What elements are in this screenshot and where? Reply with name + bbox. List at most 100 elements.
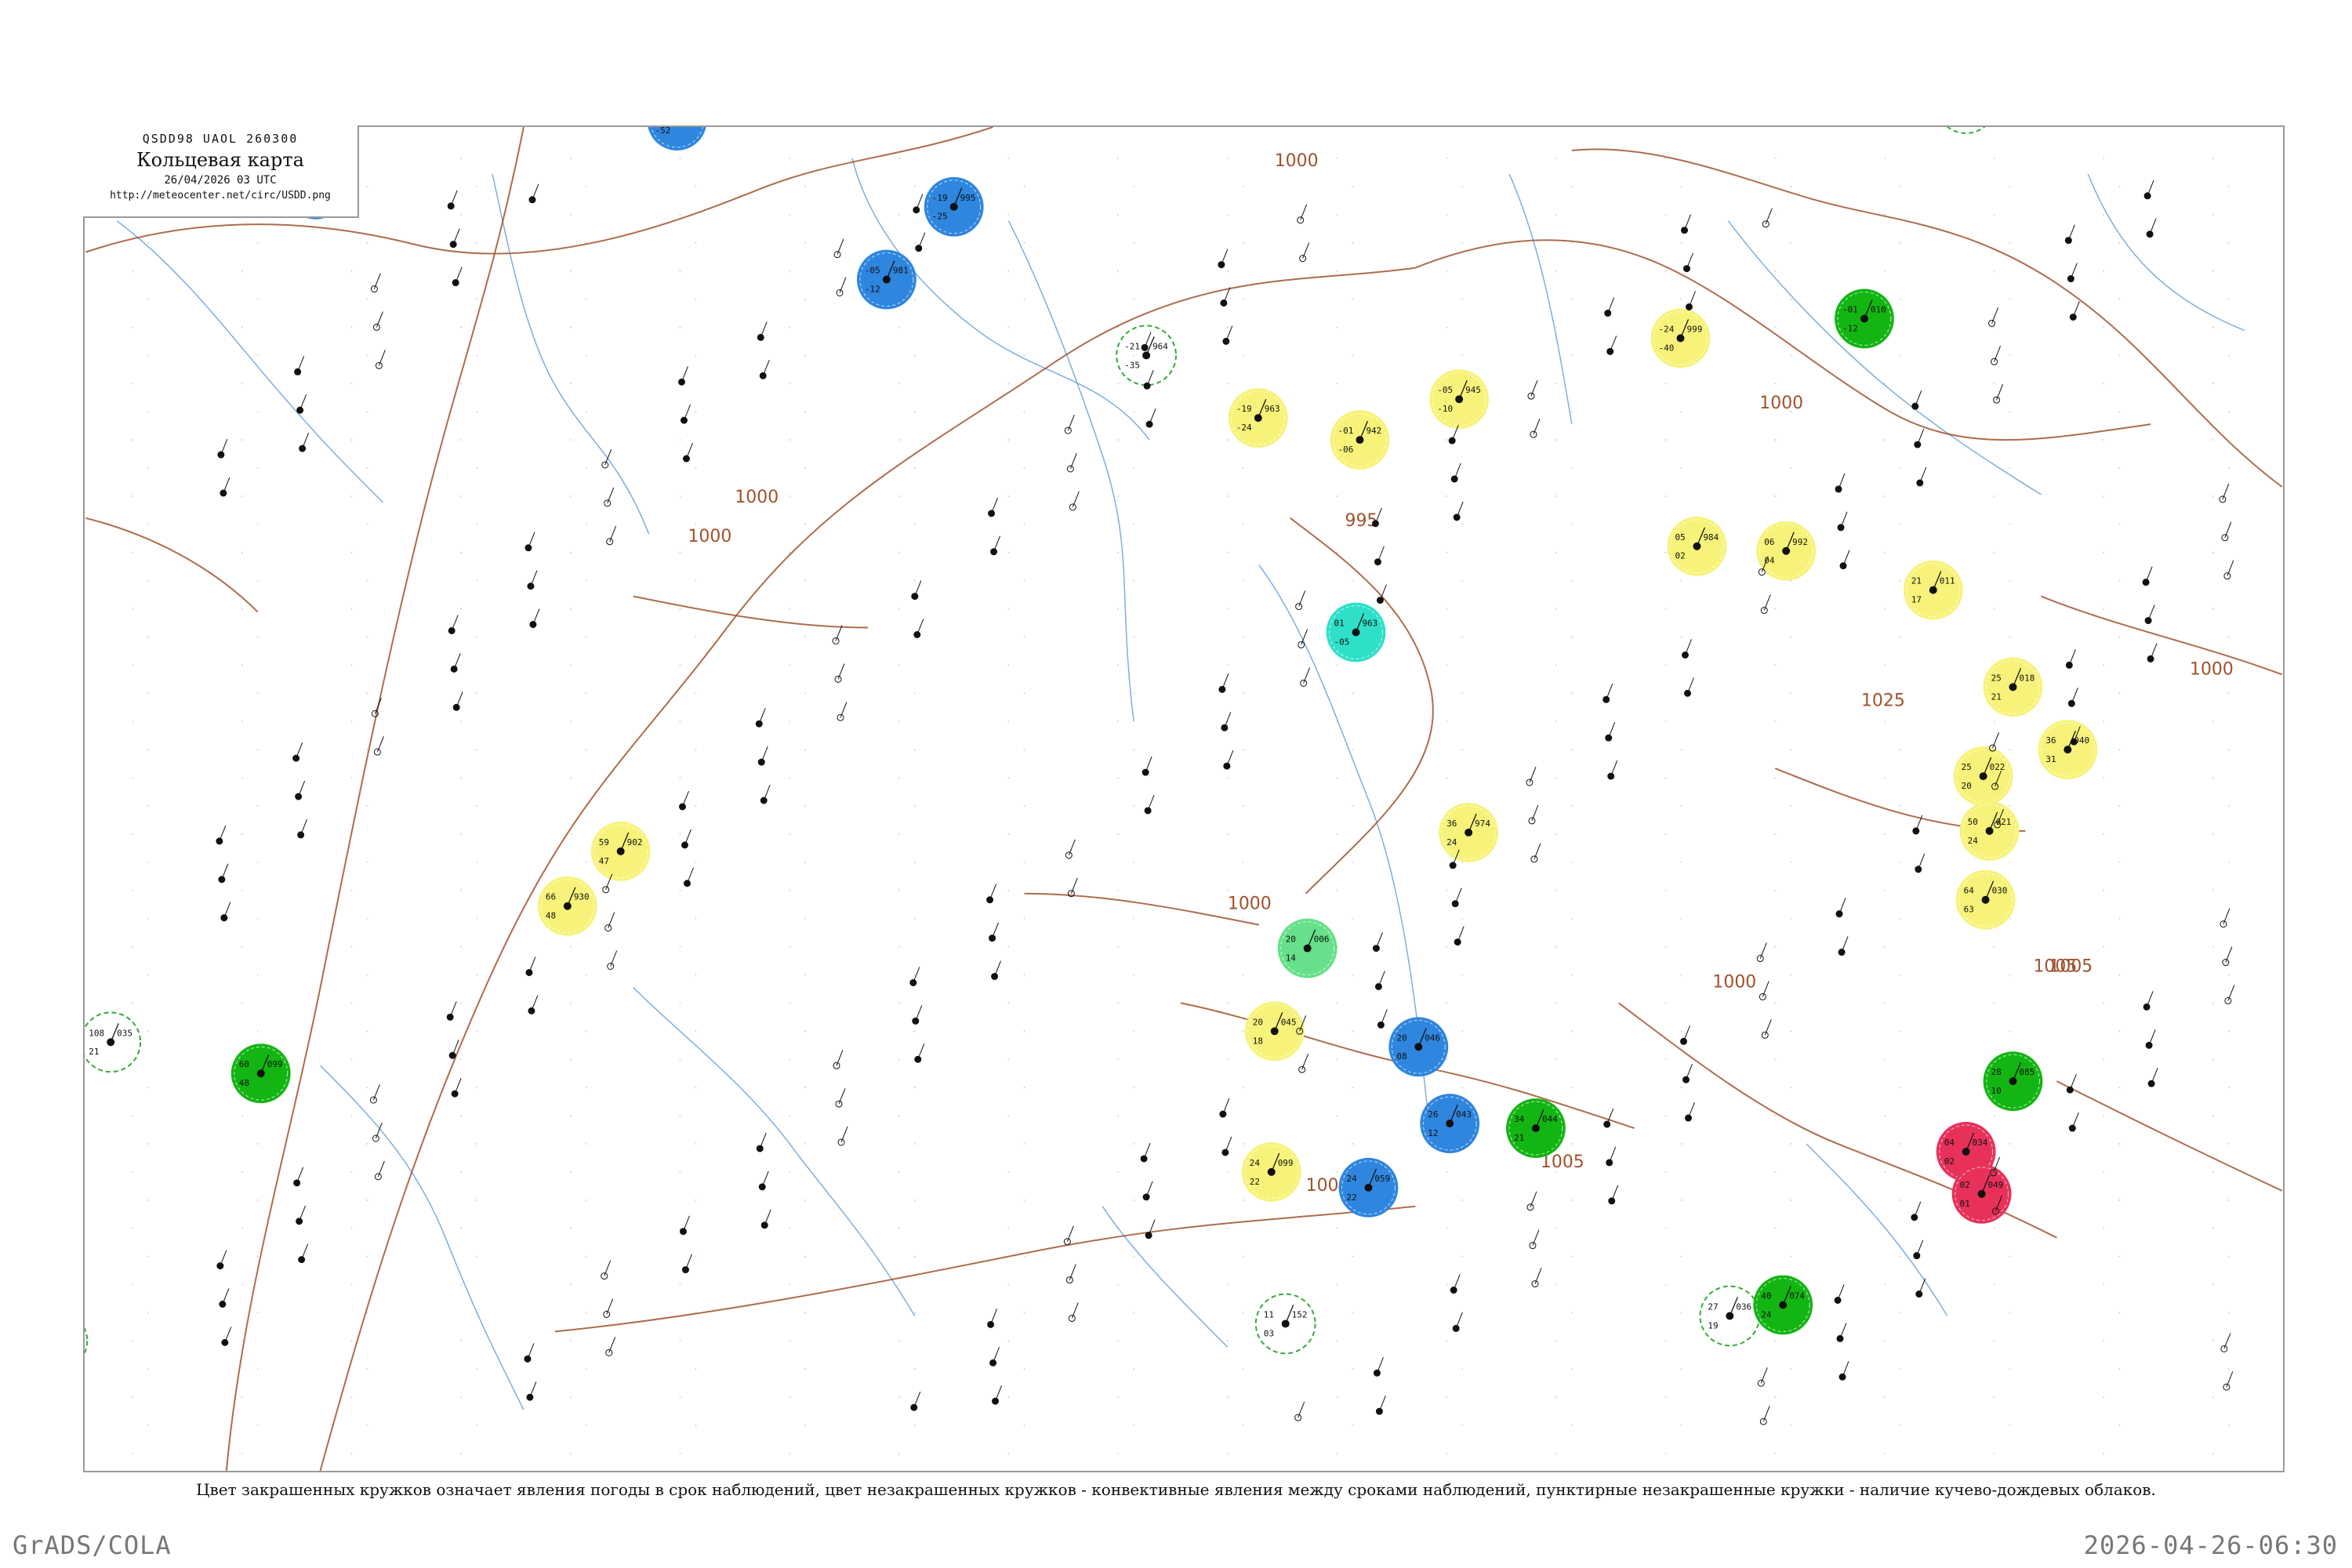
- station-marker[interactable]: 036 27 19: [1699, 1285, 1761, 1347]
- graticule-dot: [256, 354, 259, 357]
- graticule-dot: [1570, 1087, 1573, 1089]
- station-dewpoint: 22: [1250, 1177, 1260, 1187]
- wind-barb: [1224, 712, 1232, 728]
- source-url[interactable]: http://meteocenter.net/circ/USDD.png: [83, 190, 358, 201]
- graticule-dot: [695, 1030, 697, 1033]
- station-marker[interactable]: 099 24 22: [1241, 1142, 1301, 1202]
- station-marker[interactable]: 981 -05 -12: [856, 249, 916, 310]
- station-dot: [299, 445, 307, 452]
- wind-barb: [449, 1001, 457, 1018]
- station-marker[interactable]: 046 20 08: [1388, 1017, 1449, 1077]
- graticule-dot: [2118, 1199, 2121, 1201]
- wind-barb: [301, 1243, 309, 1260]
- river-line: [1508, 173, 1573, 425]
- station-marker[interactable]: 022 25 20: [1953, 746, 2013, 806]
- station-marker[interactable]: 030 64 63: [1955, 869, 2016, 930]
- station-dewpoint: -25: [932, 212, 948, 222]
- station-marker[interactable]: 995 -19 -25: [924, 176, 984, 237]
- graticule-dot: [2118, 692, 2121, 695]
- graticule-dot: [679, 1058, 681, 1061]
- graticule-dot: [789, 1115, 791, 1117]
- station-marker[interactable]: 942 -01 -06: [1330, 410, 1390, 470]
- graticule-dot: [1570, 411, 1573, 413]
- station-marker[interactable]: 035 108 21: [85, 1011, 142, 1073]
- wind-barb: [838, 1087, 846, 1105]
- graticule-dot: [804, 1087, 807, 1089]
- graticule-dot: [679, 1283, 681, 1286]
- station-marker[interactable]: 984 05 02: [1667, 516, 1727, 576]
- station-marker[interactable]: 930 66 48: [537, 876, 597, 936]
- wind-barb: [2145, 566, 2153, 583]
- station-pressure: 045: [1281, 1017, 1297, 1027]
- graticule-dot: [1352, 579, 1354, 582]
- station-dewpoint: 20: [1962, 781, 1972, 791]
- station-marker[interactable]: 011 21 17: [1903, 560, 1963, 620]
- station-marker[interactable]: 999 -24 -40: [1650, 308, 1711, 368]
- graticule-dot: [132, 1283, 134, 1286]
- wind-barb: [685, 1254, 692, 1270]
- graticule-dot: [1352, 1425, 1354, 1427]
- graticule-dot: [1336, 326, 1338, 328]
- station-marker[interactable]: 974 36 24: [1439, 802, 1499, 862]
- station-temperature: -05: [865, 266, 880, 276]
- station-marker[interactable]: 018 25 21: [1983, 657, 2043, 717]
- station-marker[interactable]: 0403631: [2038, 720, 2098, 780]
- graticule-dot: [695, 354, 697, 357]
- station-marker[interactable]: 049 02 01: [1951, 1163, 2012, 1224]
- station-marker[interactable]: 045 20 18: [1244, 1001, 1305, 1062]
- station-marker[interactable]: 010 -01 -12: [1835, 289, 1894, 349]
- station-marker[interactable]: 085 28 10: [1983, 1051, 2043, 1112]
- graticule-dot: [366, 1142, 368, 1145]
- station-marker[interactable]: 152 11 03: [1254, 1293, 1316, 1355]
- graticule-dot: [1446, 1453, 1448, 1455]
- station-marker[interactable]: 09011761: [85, 1311, 89, 1370]
- graticule-dot: [1117, 889, 1120, 891]
- graticule-dot: [789, 1002, 791, 1004]
- graticule-dot: [898, 213, 900, 216]
- station-marker[interactable]: 964 -21 -35: [1116, 325, 1178, 387]
- graticule-dot: [1117, 833, 1120, 835]
- station-marker[interactable]: 059 24 22: [1338, 1157, 1399, 1218]
- graticule-dot: [1883, 495, 1886, 497]
- station-marker[interactable]: 099 60 48: [230, 1044, 291, 1104]
- wind-barb: [1378, 1396, 1386, 1412]
- station-dot: [760, 1221, 768, 1229]
- wind-barb: [1454, 887, 1462, 904]
- wind-barb: [1298, 1402, 1305, 1418]
- graticule-dot: [679, 551, 681, 554]
- graticule-dot: [804, 298, 807, 300]
- station-marker[interactable]: 043 26 12: [1420, 1094, 1480, 1153]
- wind-barb: [1842, 1361, 1849, 1377]
- station-pressure: 011: [1940, 576, 1955, 586]
- graticule-dot: [1883, 664, 1886, 666]
- station-temperature: 25: [1962, 762, 1972, 772]
- graticule-dot: [241, 1340, 243, 1342]
- station-marker[interactable]: 963 01 -05: [1326, 602, 1386, 662]
- graticule-dot: [1555, 777, 1557, 779]
- station-marker[interactable]: 0215024: [1959, 800, 2020, 861]
- station-temperature: -19: [1236, 404, 1252, 414]
- station-dot: [760, 797, 768, 804]
- station-marker[interactable]: 963 -19 -24: [1228, 388, 1288, 448]
- graticule-dot: [1226, 889, 1229, 891]
- graticule-dot: [1774, 889, 1777, 891]
- graticule-dot: [1570, 185, 1573, 187]
- graticule-dot: [679, 213, 681, 216]
- wind-barb: [373, 273, 381, 289]
- river-line: [1806, 1143, 1948, 1316]
- graticule-dot: [1664, 1171, 1667, 1173]
- graticule-dot: [1790, 749, 1792, 751]
- graticule-dot: [350, 270, 353, 272]
- wind-barb: [1148, 1219, 1156, 1236]
- station-dot: [1065, 1276, 1073, 1284]
- station-marker[interactable]: 127-38-55: [1936, 127, 1996, 134]
- graticule-dot: [1336, 1340, 1338, 1342]
- station-marker[interactable]: 902 59 47: [590, 821, 651, 881]
- station-marker[interactable]: 006 20 14: [1277, 918, 1338, 978]
- graticule-dot: [1664, 1283, 1667, 1286]
- station-marker[interactable]: 079-41-52: [648, 127, 707, 151]
- station-marker[interactable]: 074 40 24: [1753, 1275, 1813, 1335]
- station-marker[interactable]: 044 34 21: [1506, 1098, 1566, 1158]
- graticule-dot: [1664, 608, 1667, 610]
- station-marker[interactable]: 945 -05 -10: [1429, 369, 1490, 430]
